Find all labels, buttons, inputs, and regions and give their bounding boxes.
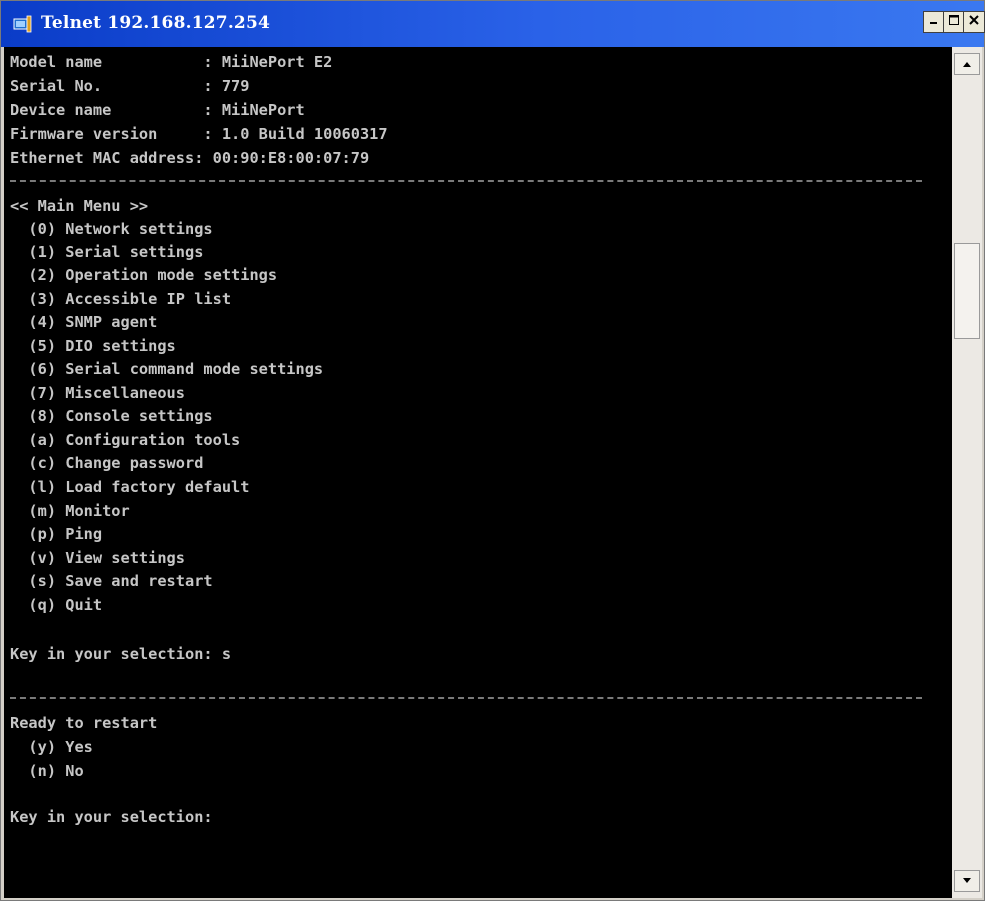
telnet-app-icon <box>13 14 33 34</box>
menu-item-monitor: (m) Monitor <box>10 502 130 520</box>
menu-item-quit: (q) Quit <box>10 596 103 614</box>
menu-item-network-settings: (0) Network settings <box>10 220 213 238</box>
vertical-scrollbar[interactable] <box>952 47 982 898</box>
selection-prompt-current: Key in your selection: <box>10 808 213 826</box>
menu-item-ping: (p) Ping <box>10 525 103 543</box>
arrow-down-icon <box>962 872 972 890</box>
menu-item-serial-settings: (1) Serial settings <box>10 243 204 261</box>
menu-item-serial-command-mode-settings: (6) Serial command mode settings <box>10 360 324 378</box>
menu-item-save-and-restart: (s) Save and restart <box>10 572 213 590</box>
menu-item-dio-settings: (5) DIO settings <box>10 337 176 355</box>
maximize-button[interactable] <box>943 11 965 33</box>
menu-item-operation-mode-settings: (2) Operation mode settings <box>10 266 278 284</box>
info-mac-address: Ethernet MAC address: 00:90:E8:00:07:79 <box>10 149 370 167</box>
arrow-up-icon <box>962 55 972 73</box>
window-title: Telnet 192.168.127.254 <box>41 13 271 33</box>
restart-option-no: (n) No <box>10 762 84 780</box>
menu-item-change-password: (c) Change password <box>10 454 204 472</box>
menu-item-configuration-tools: (a) Configuration tools <box>10 431 241 449</box>
menu-item-console-settings: (8) Console settings <box>10 407 213 425</box>
info-serial-no: Serial No. : 779 <box>10 77 250 95</box>
separator-line <box>10 180 922 182</box>
main-menu-title: << Main Menu >> <box>10 197 149 215</box>
close-icon <box>968 13 980 31</box>
telnet-window: Telnet 192.168.127.254 Model name : MiiN… <box>0 0 985 901</box>
scrollbar-thumb[interactable] <box>954 243 980 339</box>
menu-item-snmp-agent: (4) SNMP agent <box>10 313 158 331</box>
close-button[interactable] <box>963 11 985 33</box>
restart-option-yes: (y) Yes <box>10 738 93 756</box>
maximize-icon <box>948 13 960 31</box>
minimize-icon <box>928 13 940 31</box>
restart-title: Ready to restart <box>10 714 158 732</box>
selection-prompt: Key in your selection: s <box>10 645 232 663</box>
terminal-screen[interactable]: Model name : MiiNePort E2 Serial No. : 7… <box>4 47 952 898</box>
minimize-button[interactable] <box>923 11 945 33</box>
scroll-down-button[interactable] <box>954 870 980 892</box>
title-bar[interactable]: Telnet 192.168.127.254 <box>1 1 985 47</box>
menu-item-accessible-ip-list: (3) Accessible IP list <box>10 290 232 308</box>
info-firmware-version: Firmware version : 1.0 Build 10060317 <box>10 125 388 143</box>
menu-item-miscellaneous: (7) Miscellaneous <box>10 384 185 402</box>
info-device-name: Device name : MiiNePort <box>10 101 305 119</box>
separator-line <box>10 697 922 699</box>
menu-item-load-factory-default: (l) Load factory default <box>10 478 250 496</box>
scroll-up-button[interactable] <box>954 53 980 75</box>
info-model-name: Model name : MiiNePort E2 <box>10 53 333 71</box>
menu-item-view-settings: (v) View settings <box>10 549 185 567</box>
